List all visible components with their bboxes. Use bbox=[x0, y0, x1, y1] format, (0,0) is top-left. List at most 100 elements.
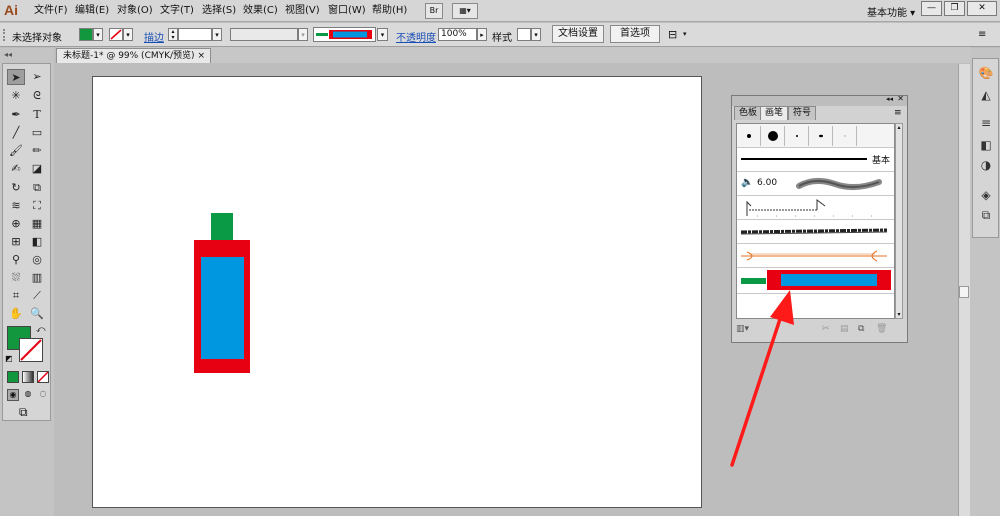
brush-cell[interactable] bbox=[833, 126, 857, 146]
menu-window[interactable]: 窗口(W) bbox=[328, 4, 366, 18]
bottle-label-shape[interactable] bbox=[201, 257, 244, 359]
grip-handle[interactable] bbox=[3, 29, 6, 41]
brush-cell[interactable] bbox=[737, 126, 761, 146]
swap-colors-icon[interactable]: ⤺ bbox=[36, 325, 46, 335]
fill-swatch[interactable] bbox=[79, 28, 93, 41]
pencil-tool-icon[interactable]: ✏ bbox=[28, 143, 46, 159]
document-setup-button[interactable]: 文档设置 bbox=[552, 25, 604, 43]
stroke-link[interactable]: 描边 bbox=[144, 29, 164, 44]
arrange-documents-button[interactable]: ▦▾ bbox=[452, 3, 478, 19]
tab-symbols[interactable]: 符号 bbox=[788, 106, 817, 120]
opacity-link[interactable]: 不透明度 bbox=[396, 29, 436, 44]
delete-brush-icon[interactable]: 🗑 bbox=[876, 324, 887, 334]
brush-cell[interactable] bbox=[785, 126, 809, 146]
column-graph-tool-icon[interactable]: ▥ bbox=[28, 270, 46, 286]
align-icon[interactable]: ⊟ bbox=[668, 28, 680, 41]
gradient-panel-icon[interactable]: ◧ bbox=[977, 137, 995, 153]
collapse-panel-icon[interactable]: ◂◂ bbox=[886, 95, 893, 103]
panel-scrollbar[interactable]: ▴ ▾ bbox=[895, 123, 903, 319]
layers-panel-icon[interactable]: ◈ bbox=[977, 187, 995, 203]
selection-tool-icon[interactable]: ➤ bbox=[7, 69, 25, 85]
close-tab-icon[interactable]: × bbox=[197, 49, 205, 63]
charcoal-brush-row[interactable] bbox=[737, 220, 894, 244]
draw-normal-icon[interactable]: ◉ bbox=[7, 389, 19, 401]
draw-behind-icon[interactable]: ◍ bbox=[22, 389, 34, 401]
graphic-style-swatch[interactable] bbox=[517, 28, 531, 41]
blob-brush-tool-icon[interactable]: ✍ bbox=[7, 161, 25, 177]
minimize-button[interactable]: — bbox=[921, 1, 942, 16]
line-tool-icon[interactable]: ╱ bbox=[7, 125, 25, 141]
menu-object[interactable]: 对象(O) bbox=[117, 4, 153, 18]
menu-effect[interactable]: 效果(C) bbox=[243, 4, 278, 18]
lasso-tool-icon[interactable]: ᘓ bbox=[28, 88, 46, 104]
perspective-grid-tool-icon[interactable]: ▦ bbox=[28, 216, 46, 232]
menu-view[interactable]: 视图(V) bbox=[285, 4, 320, 18]
opacity-input[interactable]: 100% bbox=[438, 28, 477, 41]
none-mode-icon[interactable] bbox=[37, 371, 49, 383]
tab-brushes[interactable]: 画笔 bbox=[760, 106, 789, 120]
close-window-button[interactable]: ✕ bbox=[967, 1, 997, 16]
bottle-cap-shape[interactable] bbox=[211, 213, 233, 241]
dashed-pattern-brush-row[interactable] bbox=[737, 196, 894, 220]
remove-stroke-icon[interactable]: ✂ bbox=[822, 324, 830, 334]
scroll-thumb[interactable] bbox=[959, 286, 969, 298]
basic-brush-row[interactable]: 基本 bbox=[737, 148, 894, 172]
shape-builder-tool-icon[interactable]: ⊕ bbox=[7, 216, 25, 232]
fill-dropdown[interactable]: ▾ bbox=[93, 28, 103, 41]
zoom-tool-icon[interactable]: 🔍 bbox=[28, 306, 46, 322]
direct-selection-tool-icon[interactable]: ➢ bbox=[28, 69, 46, 85]
paintbrush-tool-icon[interactable]: 🖌 bbox=[7, 143, 25, 159]
bristle-brush-row[interactable]: 🔈 6.00 bbox=[737, 172, 894, 196]
warp-tool-icon[interactable]: ≋ bbox=[7, 198, 25, 214]
workspace-switcher[interactable]: 基本功能 ▾ bbox=[867, 4, 915, 19]
menu-edit[interactable]: 编辑(E) bbox=[75, 4, 109, 18]
menu-type[interactable]: 文字(T) bbox=[160, 4, 194, 18]
variable-width-profile[interactable] bbox=[230, 28, 298, 41]
artboards-panel-icon[interactable]: ⧉ bbox=[977, 207, 995, 223]
document-tab[interactable]: 未标题-1* @ 99% (CMYK/预览) × bbox=[56, 48, 211, 63]
slice-tool-icon[interactable]: ⟋ bbox=[28, 288, 46, 304]
profile-dropdown[interactable]: ▾ bbox=[298, 28, 308, 41]
menu-select[interactable]: 选择(S) bbox=[202, 4, 236, 18]
eraser-tool-icon[interactable]: ◪ bbox=[28, 161, 46, 177]
color-mode-icon[interactable] bbox=[7, 371, 19, 383]
artboard[interactable] bbox=[92, 76, 702, 508]
bridge-button[interactable]: Br bbox=[425, 3, 443, 19]
color-guide-icon[interactable]: ◭ bbox=[977, 87, 995, 103]
transparency-panel-icon[interactable]: ◑ bbox=[977, 157, 995, 173]
hand-tool-icon[interactable]: ✋ bbox=[7, 306, 25, 322]
blend-tool-icon[interactable]: ◎ bbox=[28, 252, 46, 268]
opacity-dropdown[interactable]: ▸ bbox=[477, 28, 487, 41]
brush-cell[interactable] bbox=[761, 126, 785, 146]
pen-tool-icon[interactable]: ✒ bbox=[7, 107, 25, 123]
screen-mode-icon[interactable]: ⧉ bbox=[19, 405, 28, 420]
calligraphic-brush-row[interactable] bbox=[737, 124, 894, 148]
new-brush-icon[interactable]: ⧉ bbox=[858, 324, 864, 334]
rotate-tool-icon[interactable]: ↻ bbox=[7, 180, 25, 196]
gradient-tool-icon[interactable]: ◧ bbox=[28, 234, 46, 250]
stroke-color-box[interactable] bbox=[19, 338, 43, 362]
close-panel-icon[interactable]: ✕ bbox=[897, 94, 904, 103]
style-dropdown[interactable]: ▾ bbox=[531, 28, 541, 41]
preferences-button[interactable]: 首选项 bbox=[610, 25, 660, 43]
default-colors-icon[interactable]: ◩ bbox=[5, 354, 13, 363]
scroll-up-icon[interactable]: ▴ bbox=[896, 124, 902, 131]
magic-wand-tool-icon[interactable]: ✳ bbox=[7, 88, 25, 104]
stroke-swatch[interactable] bbox=[109, 28, 123, 41]
panel-titlebar[interactable]: ◂◂ ✕ bbox=[732, 94, 907, 106]
stroke-weight-dropdown[interactable]: ▾ bbox=[212, 28, 222, 41]
restore-button[interactable]: ❐ bbox=[944, 1, 965, 16]
align-dropdown[interactable]: ▾ bbox=[683, 28, 687, 41]
menu-file[interactable]: 文件(F) bbox=[34, 4, 68, 18]
gradient-mode-icon[interactable] bbox=[22, 371, 34, 383]
stroke-weight-stepper[interactable]: ▴ ▾ bbox=[168, 28, 178, 41]
artboard-tool-icon[interactable]: ⌗ bbox=[7, 288, 25, 304]
brush-dropdown[interactable]: ▾ bbox=[377, 28, 388, 41]
mesh-tool-icon[interactable]: ⊞ bbox=[7, 234, 25, 250]
panel-menu-icon[interactable]: ≡ bbox=[978, 29, 986, 40]
stroke-panel-icon[interactable]: ≡ bbox=[977, 115, 995, 131]
scale-tool-icon[interactable]: ⧉ bbox=[28, 180, 46, 196]
panel-options-icon[interactable]: ≡ bbox=[894, 108, 902, 118]
brush-cell[interactable] bbox=[809, 126, 833, 146]
free-transform-tool-icon[interactable]: ⛶ bbox=[28, 198, 46, 214]
